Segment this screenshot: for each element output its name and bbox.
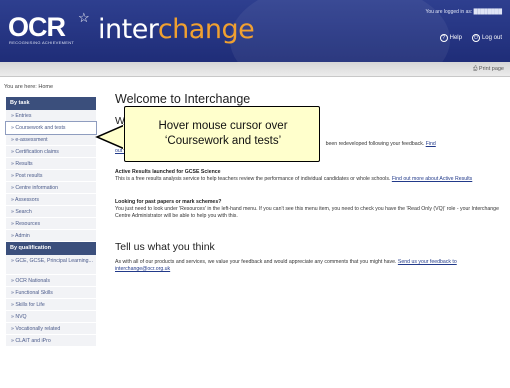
sidebar-item-label: Centre information — [15, 185, 59, 191]
toolbar: ⎙ Print page — [0, 62, 510, 77]
sidebar-heading-by-task: By task — [6, 97, 96, 110]
sidebar: By task » Entries » Coursework and tests… — [5, 97, 97, 347]
brand-part-1: inter — [98, 14, 158, 45]
logout-icon: ⏻ — [471, 34, 480, 42]
callout-line-1: Hover mouse cursor over — [158, 120, 288, 132]
sidebar-item-ocr-nationals[interactable]: » OCR Nationals — [6, 275, 96, 287]
page-title: Welcome to Interchange — [115, 92, 251, 106]
sidebar-item-label: Skills for Life — [15, 302, 45, 308]
sidebar-item-search[interactable]: » Search — [6, 206, 96, 218]
feedback-text: As with all of our products and services… — [115, 259, 507, 273]
sidebar-item-assessors[interactable]: » Assessors — [6, 194, 96, 206]
help-link[interactable]: ? Help — [439, 34, 462, 42]
callout-text: Hover mouse cursor over ‘Coursework and … — [125, 119, 321, 149]
news-item-2-title: Active Results launched for GCSE Science — [115, 169, 221, 175]
sidebar-item-coursework-and-tests[interactable]: » Coursework and tests — [5, 121, 97, 135]
sidebar-item-entries[interactable]: » Entries — [6, 110, 96, 122]
sidebar-item-results[interactable]: » Results — [6, 158, 96, 170]
sidebar-item-certification-claims[interactable]: » Certification claims — [6, 146, 96, 158]
help-label: Help — [449, 35, 462, 41]
logout-link[interactable]: ⏻ Log out — [471, 34, 502, 42]
active-results-link[interactable]: Find out more about Active Results — [392, 176, 472, 182]
sidebar-item-functional-skills[interactable]: » Functional Skills — [6, 287, 96, 299]
header-links: ? Help ⏻ Log out — [439, 34, 502, 42]
sidebar-item-centre-information[interactable]: » Centre information — [6, 182, 96, 194]
sidebar-heading-by-qualification: By qualification — [6, 242, 96, 255]
news-item-3: Looking for past papers or mark schemes?… — [115, 199, 507, 220]
sidebar-item-label: Post results — [15, 173, 43, 179]
help-icon: ? — [439, 34, 448, 42]
sidebar-item-label: OCR Nationals — [15, 278, 50, 284]
sidebar-item-label: Entries — [15, 113, 32, 119]
sidebar-item-post-results[interactable]: » Post results — [6, 170, 96, 182]
news-item-1-tail: been redeveloped following your feedback… — [325, 141, 425, 147]
print-page-link[interactable]: ⎙ Print page — [473, 66, 504, 73]
header-decoration — [230, 0, 450, 62]
sidebar-item-label: Certification claims — [15, 149, 59, 155]
feedback-body: As with all of our products and services… — [115, 259, 397, 265]
news-item-3-title: Looking for past papers or mark schemes? — [115, 199, 222, 205]
sidebar-item-label: Assessors — [15, 197, 39, 203]
sidebar-item-label: Vocationally related — [15, 326, 61, 332]
sidebar-item-clait-and-ipro[interactable]: » CLAIT and iPro — [6, 335, 96, 347]
logout-label: Log out — [481, 35, 502, 41]
logged-in-status: You are logged in as: ████████ — [425, 9, 502, 15]
sidebar-item-admin[interactable]: » Admin — [6, 230, 96, 242]
print-label: Print page — [478, 66, 504, 72]
sidebar-item-e-assessment[interactable]: » e-assessment — [6, 134, 96, 146]
breadcrumb: You are here: Home — [4, 84, 54, 90]
sidebar-item-label: Functional Skills — [15, 290, 53, 296]
news-item-2: Active Results launched for GCSE Science… — [115, 169, 507, 183]
interchange-brand: interchange — [98, 14, 255, 45]
instruction-callout: Hover mouse cursor over ‘Coursework and … — [124, 106, 320, 162]
ocr-logo[interactable]: OCR — [8, 12, 66, 43]
sidebar-item-label: e-assessment — [15, 137, 48, 143]
sidebar-item-gce-gcse[interactable]: » GCE, GCSE, Principal Learning... — [6, 255, 96, 275]
site-header: OCR ☆ RECOGNISING ACHIEVEMENT interchang… — [0, 0, 510, 62]
news-item-2-text: This is a free results analysis service … — [115, 176, 391, 182]
sidebar-item-resources[interactable]: » Resources — [6, 218, 96, 230]
callout-line-2: ‘Coursework and tests’ — [164, 135, 282, 147]
sidebar-item-nvq[interactable]: » NVQ — [6, 311, 96, 323]
sidebar-item-label: Resources — [15, 221, 41, 227]
sidebar-item-skills-for-life[interactable]: » Skills for Life — [6, 299, 96, 311]
news-item-3-text: You just need to look under 'Resources' … — [115, 206, 499, 219]
logo-tagline: RECOGNISING ACHIEVEMENT — [9, 40, 75, 45]
sidebar-item-label: CLAIT and iPro — [15, 338, 51, 344]
sidebar-item-label: Results — [15, 161, 33, 167]
logo-star-icon: ☆ — [78, 10, 90, 25]
sidebar-item-label: Search — [15, 209, 32, 215]
find-out-more-link[interactable]: Find — [426, 141, 436, 147]
sidebar-item-label: NVQ — [15, 314, 27, 320]
main-content: Welcome to Interchange Wh We been redeve… — [115, 92, 507, 272]
sidebar-item-label: GCE, GCSE, Principal Learning... — [15, 258, 93, 264]
callout-arrow — [95, 122, 128, 152]
sidebar-item-label: Coursework and tests — [15, 125, 66, 131]
feedback-heading: Tell us what you think — [115, 241, 215, 253]
sidebar-item-label: Admin — [15, 233, 30, 239]
brand-part-2: change — [157, 14, 255, 45]
sidebar-item-vocationally-related[interactable]: » Vocationally related — [6, 323, 96, 335]
